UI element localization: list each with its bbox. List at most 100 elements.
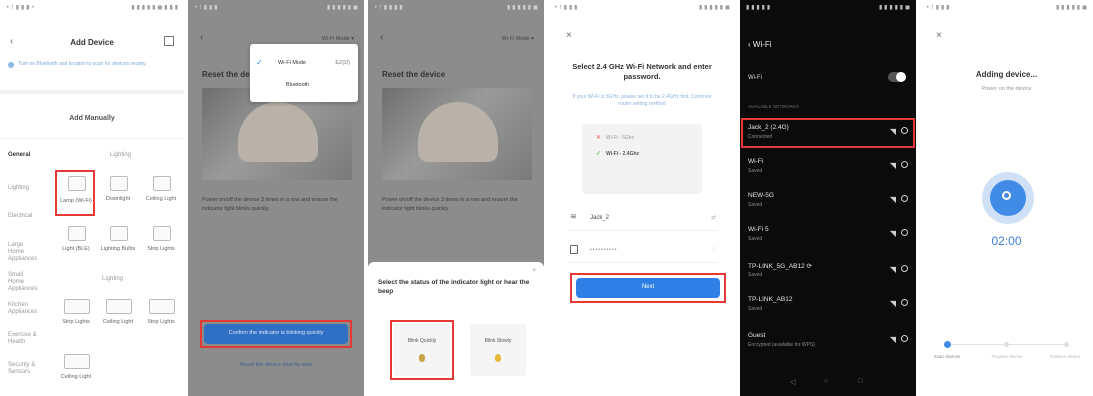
device-label: Strip Lights [147,246,175,252]
wifi-signal-icon: ◥ [889,195,896,204]
close-icon[interactable]: × [566,30,572,41]
panel-reset-wifi-mode: • ! ▮ ▮ ▮ ▮ ▮ ▮ ▮ ▮ ◼ ‹ Wi-Fi Mode ▾ Res… [188,0,364,396]
category-general[interactable]: General [8,152,30,158]
nav-home-icon[interactable]: ○ [824,378,828,385]
mode-selector[interactable]: Wi-Fi Mode ▾ [502,36,534,42]
countdown-timer: 02:00 [991,234,1022,248]
category-electrical[interactable]: Electrical [8,213,32,219]
info-icon[interactable] [901,335,908,342]
network-row[interactable]: NEW-5G Saved ◥ [740,186,916,216]
ceiling-light-icon [64,354,90,369]
category-small-appliances[interactable]: Small Home Appliances [8,272,40,293]
strip-light-icon [153,226,171,241]
info-icon[interactable] [901,265,908,272]
info-icon[interactable] [901,195,908,202]
network-status: Saved [748,202,763,208]
status-bar-right: ▮ ▮ ▮ ▮ ▮ ◼ [698,4,730,11]
category-kitchen[interactable]: Kitchen Appliances [8,302,40,316]
category-health[interactable]: Exercise & Health [8,332,40,346]
category-security[interactable]: Security & Sensors [8,362,40,376]
status-bar-right: ▮ ▮ ▮ ▮ ▮ ◼ [506,4,538,11]
popup-option-bluetooth[interactable]: Bluetooth [286,82,309,88]
device-item-light-ble[interactable]: Light (BLE) [58,222,94,262]
page-title: Adding device... [975,70,1038,79]
popup-option-wifi[interactable]: Wi-Fi Mode [278,60,306,66]
mode-popup: ✓ Wi-Fi Mode EZ(D) Bluetooth [250,44,358,102]
device-label: Strip Lights [147,319,175,325]
bulb-icon [110,226,128,241]
device-item-strip[interactable]: Strip Lights [143,222,179,262]
mode-selector[interactable]: Wi-Fi Mode ▾ [322,36,354,42]
highlight-confirm-button [200,320,352,348]
popup-option-default[interactable]: EZ(D) [335,60,350,66]
network-row[interactable]: TP-LINK_AB12 Saved ◥ [740,290,916,320]
device-label: Ceiling Light [60,374,92,380]
indicator-sheet: × Select the status of the indicator lig… [368,262,544,396]
device-item-ceiling-3[interactable]: Ceiling Light [58,350,94,390]
device-item-ceiling-light[interactable]: Ceiling Light [143,172,179,212]
status-bar-right: ▮ ▮ ▮ ▮ ▮ ◼ ▮ ▮ ▮ [131,4,178,11]
category-lighting[interactable]: Lighting [8,185,29,191]
device-item-downlight[interactable]: Downlight [100,172,136,212]
wifi-icon: ≋ [570,212,577,221]
subtitle-text: Power on the device [981,86,1032,92]
status-bar-left: • ! ▮ ▮ ▮ [194,4,218,11]
page-title[interactable]: ‹ Wi-Fi [748,40,772,49]
back-icon[interactable]: ‹ [380,32,383,43]
scan-icon[interactable] [164,36,174,46]
sheet-close-icon[interactable]: × [532,268,536,274]
status-bar-left: • ! ▮ ▮ ▮ • [6,4,35,11]
device-item-strip-3[interactable]: Strip Lights [143,295,179,335]
network-row[interactable]: TP-LINK_5G_AB12 ⟳ Saved ◥ [740,256,916,286]
network-row[interactable]: Wi-Fi Saved ◥ [740,152,916,182]
notice-bar: Turn on Bluetooth and location to scan f… [8,60,176,82]
option-label: Blink Slowly [484,338,512,344]
nav-recents-icon[interactable]: □ [858,378,862,385]
status-bar-left: • ! ▮ ▮ ▮ ▮ [374,4,403,11]
scan-animation [982,172,1034,224]
info-icon[interactable] [901,161,908,168]
wifi-toggle[interactable] [888,72,906,82]
subsection-label: Lighting [102,276,124,282]
band-diagram: ✕ Wi-Fi - 5Ghz ✓ Wi-Fi - 2.4Ghz [582,124,702,194]
close-icon[interactable]: × [936,30,942,41]
category-large-appliances[interactable]: Large Home Appliances [8,242,40,263]
network-row[interactable]: Guest Encrypted (available for WPS) ◥ [740,326,916,356]
status-bar-left: • ! ▮ ▮ ▮ [926,4,950,11]
eye-icon[interactable]: ◌ [712,246,716,252]
reset-step-link[interactable]: Reset the device step by step [188,362,364,368]
wifi-signal-icon: ◥ [889,229,896,238]
check-icon: ✓ [596,151,602,157]
info-icon[interactable] [901,229,908,236]
highlight-selected-network [741,118,915,148]
step-dot-active [944,341,951,348]
network-name: Wi-Fi [748,158,764,165]
scan-inner-circle [990,180,1026,216]
step-label: Initialize device [1049,354,1081,359]
check-icon: ✓ [256,58,263,67]
device-item-bulbs[interactable]: Lighting Bulbs [100,222,136,262]
band-5g-label: Wi-Fi - 5Ghz [606,135,635,141]
network-name: NEW-5G [748,192,774,199]
password-field[interactable]: •••••••••• ◌ [568,240,718,263]
device-photo [382,88,532,180]
option-blink-slowly[interactable]: Blink Slowly [470,324,526,376]
info-icon[interactable] [901,299,908,306]
device-item-strip-2[interactable]: Strip Lights [58,295,94,335]
panel-indicator-select: • ! ▮ ▮ ▮ ▮ ▮ ▮ ▮ ▮ ▮ ◼ ‹ Wi-Fi Mode ▾ R… [368,0,544,396]
device-item-ceiling-2[interactable]: Ceiling Light [100,295,136,335]
network-status: Saved [748,168,763,174]
back-icon[interactable]: ‹ [200,32,203,43]
sheet-title: Select the status of the indicator light… [378,279,530,295]
page-title: Add Device [70,38,114,47]
lamp-image [238,102,318,162]
network-row[interactable]: Wi-Fi 5 Saved ◥ [740,220,916,250]
swap-icon[interactable]: ⇄ [711,214,716,221]
notice-text: Turn on Bluetooth and location to scan f… [18,61,147,67]
nav-back-icon[interactable]: ◁ [790,378,795,386]
ssid-field[interactable]: ≋ Jack_2 ⇄ [568,208,718,231]
cross-icon: ✕ [596,135,602,141]
divider [0,138,184,139]
device-label: Lighting Bulbs [100,246,136,252]
subsection-label: Lighting [110,152,132,158]
